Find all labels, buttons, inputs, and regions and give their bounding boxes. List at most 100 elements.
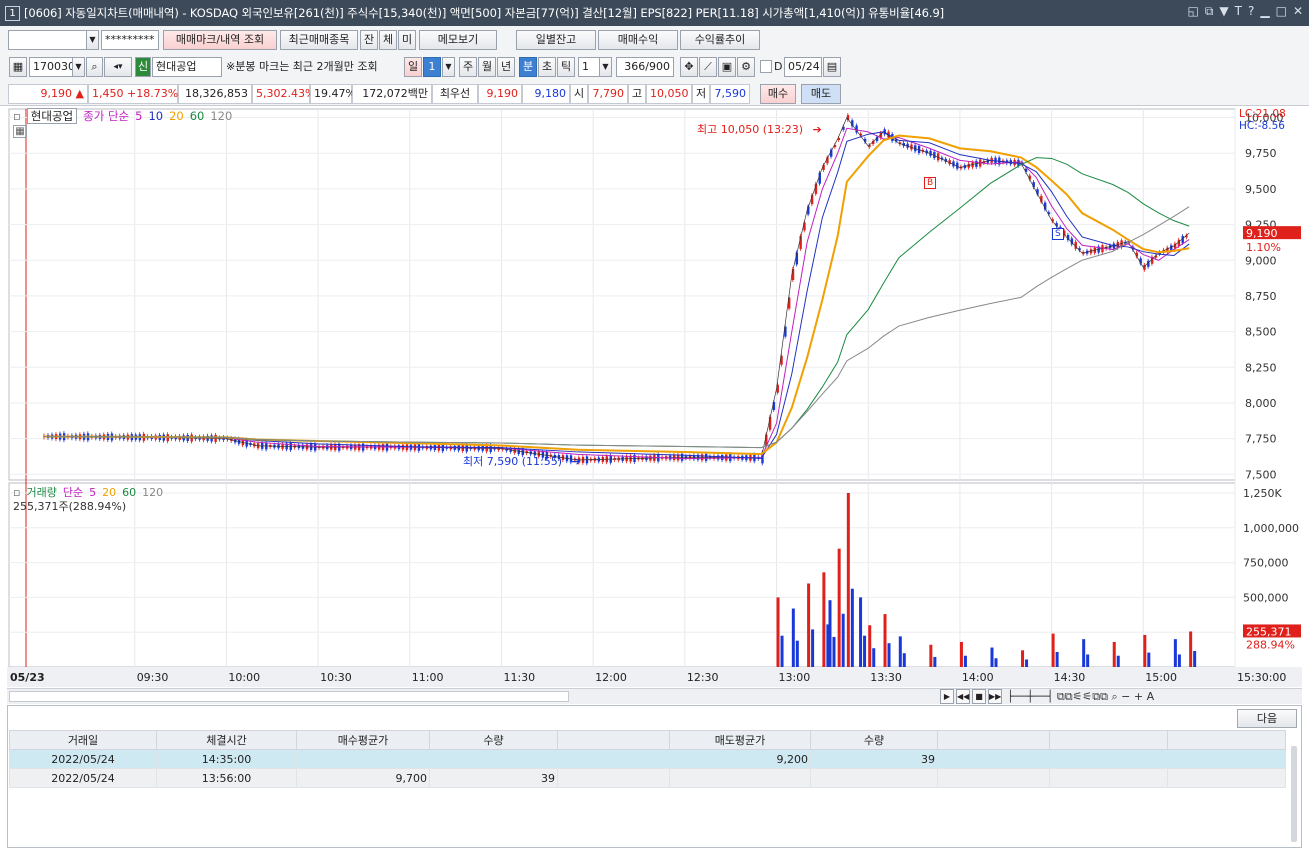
daily-balance-button[interactable]: 일별잔고 [516,30,596,50]
x-tick-label: 14:00 [962,671,994,684]
rewind-icon[interactable]: ◀◀ [956,689,970,704]
col-empty-1 [557,730,670,750]
tab-week[interactable]: 주 [459,57,477,77]
bar-count-field[interactable]: 366/900 [616,57,674,77]
stock-code-input[interactable]: 170030 [29,57,73,77]
trades-panel: 다음 거래일 체결시간 매수평균가 수량 매도평균가 수량 2022/05/24… [7,705,1302,848]
cell-sell-qty [810,768,938,788]
col-sell-qty[interactable]: 수량 [810,730,938,750]
title-bar: 1 [0606] 자동일지차트(매매내역) - KOSDAQ 외국인보유[261… [0,0,1309,26]
volume-bar [791,608,795,667]
chart-scroll-thumb[interactable] [9,691,569,702]
volume-bar [963,655,967,667]
account-select[interactable] [8,30,98,50]
volume-bar [994,658,998,667]
volume-bar [902,653,906,667]
date-input[interactable]: 05/24 [784,57,822,77]
table-row[interactable]: 2022/05/24 14:35:00 9,200 39 [9,749,1286,769]
password-field[interactable]: ********* [101,30,159,50]
stop-icon[interactable]: ■ [972,689,986,704]
help-icon[interactable]: ? [1248,4,1254,19]
next-page-button[interactable]: 다음 [1237,709,1297,728]
yield-trend-button[interactable]: 수익률추이 [680,30,760,50]
screen-icon[interactable]: ◱ [1187,4,1198,19]
date-checkbox[interactable] [760,60,772,73]
period-day-button[interactable]: 일 [404,57,422,77]
x-tick-label: 13:00 [779,671,811,684]
grid-icon[interactable]: ▦ [13,125,27,138]
memo-button[interactable]: 메모보기 [419,30,497,50]
chart-tool-icons[interactable]: ⧉⧉⚟⚟⧉⧉ [1057,690,1108,703]
zoom-search-icon[interactable]: ⌕ [1112,690,1118,703]
col-buy-avg[interactable]: 매수평균가 [296,730,430,750]
close-icon[interactable]: ✕ [1293,4,1303,19]
zoom-out-icon[interactable]: − [1121,690,1130,703]
open-label: 시 [570,84,588,104]
window-number-badge[interactable]: 1 [5,5,20,21]
code-chevron-down-icon[interactable]: ▼ [72,57,85,77]
interval-input[interactable]: 1 [578,57,600,77]
gear-icon[interactable]: ⚙ [737,57,755,77]
volume-bar [1189,631,1193,667]
tab-tick[interactable]: 틱 [557,57,575,77]
tab-minute[interactable]: 분 [519,57,537,77]
zoom-in-icon[interactable]: + [1134,690,1143,703]
fast-forward-icon[interactable]: ▶▶ [988,689,1002,704]
x-tick-label: 12:30 [687,671,719,684]
tab-year[interactable]: 년 [497,57,515,77]
tab-month[interactable]: 월 [478,57,496,77]
trades-vertical-scrollbar[interactable] [1291,746,1297,842]
speaker-icon[interactable]: ◂▾ [104,57,132,77]
legend-stock-name[interactable]: 현대공업 [26,108,78,124]
chevron-down-icon[interactable]: ▼ [86,30,99,50]
period-value[interactable]: 1 [423,57,441,77]
trade-mark-query-button[interactable]: 매매마크/내역 조회 [163,30,277,50]
crosshair-icon[interactable]: ✥ [680,57,698,77]
cell-empty [557,749,670,769]
executed-button[interactable]: 체 [379,30,397,50]
buy-button[interactable]: 매수 [760,84,796,104]
col-buy-qty[interactable]: 수량 [429,730,558,750]
trade-profit-button[interactable]: 매매수익 [598,30,678,50]
buy-mark[interactable]: B [924,177,937,189]
maximize-icon[interactable]: □ [1276,4,1287,19]
zoom-slider-icon[interactable]: ├──┼──┤ [1007,690,1053,703]
volume-bar [795,640,799,667]
layout-icon[interactable]: ▦ [9,57,27,77]
pin-icon[interactable]: ▼ [1219,4,1228,19]
search-icon[interactable]: ⌕ [86,57,103,77]
cell-buy-avg [296,749,430,769]
volume-tick-label: 500,000 [1243,591,1289,604]
link-icon[interactable]: ⧉ [1205,4,1214,19]
balance-button[interactable]: 잔 [360,30,378,50]
volume-bar [872,648,876,667]
font-icon[interactable]: T [1235,4,1242,19]
tab-second[interactable]: 초 [538,57,556,77]
price-volume-chart[interactable]: 09:30 10:00 10:30 11:00 11:30 12:00 12:30 13:00… [7,107,1302,687]
play-icon[interactable]: ▶ [940,689,954,704]
col-trade-date[interactable]: 거래일 [9,730,157,750]
price-tick-label: 8,000 [1245,397,1277,410]
trend-tool-icon[interactable]: ⟋ [699,57,717,77]
period-chevron-down-icon[interactable]: ▼ [442,57,455,77]
price-change: 1,450 +18.73% [88,84,178,104]
col-sell-avg[interactable]: 매도평균가 [669,730,811,750]
minimize-icon[interactable]: ▁ [1260,4,1269,19]
calendar-icon[interactable]: ▤ [823,57,841,77]
volume-bar [863,635,867,667]
toolbar-account: ▼ ********* 매매마크/내역 조회 최근매매종목 잔 체 미 메모보기… [0,26,1309,54]
interval-chevron-down-icon[interactable]: ▼ [599,57,612,77]
unfilled-button[interactable]: 미 [398,30,416,50]
minute-mark-note: ※분봉 마크는 최근 2개월만 조회 [226,60,378,73]
table-row[interactable]: 2022/05/24 13:56:00 9,700 39 [9,768,1286,788]
sell-button[interactable]: 매도 [801,84,841,104]
chart-area[interactable]: 09:30 10:00 10:30 11:00 11:30 12:00 12:30 13:00… [7,107,1302,687]
volume-bar [1116,655,1120,667]
save-icon[interactable]: ▣ [718,57,736,77]
stock-name-field[interactable]: 현대공업 [152,57,222,77]
recent-trades-button[interactable]: 최근매매종목 [280,30,358,50]
reset-icon[interactable]: A [1147,690,1155,703]
sell-mark[interactable]: S [1052,228,1064,240]
volume-panel-frame [8,482,1236,668]
col-exec-time[interactable]: 체결시간 [156,730,297,750]
